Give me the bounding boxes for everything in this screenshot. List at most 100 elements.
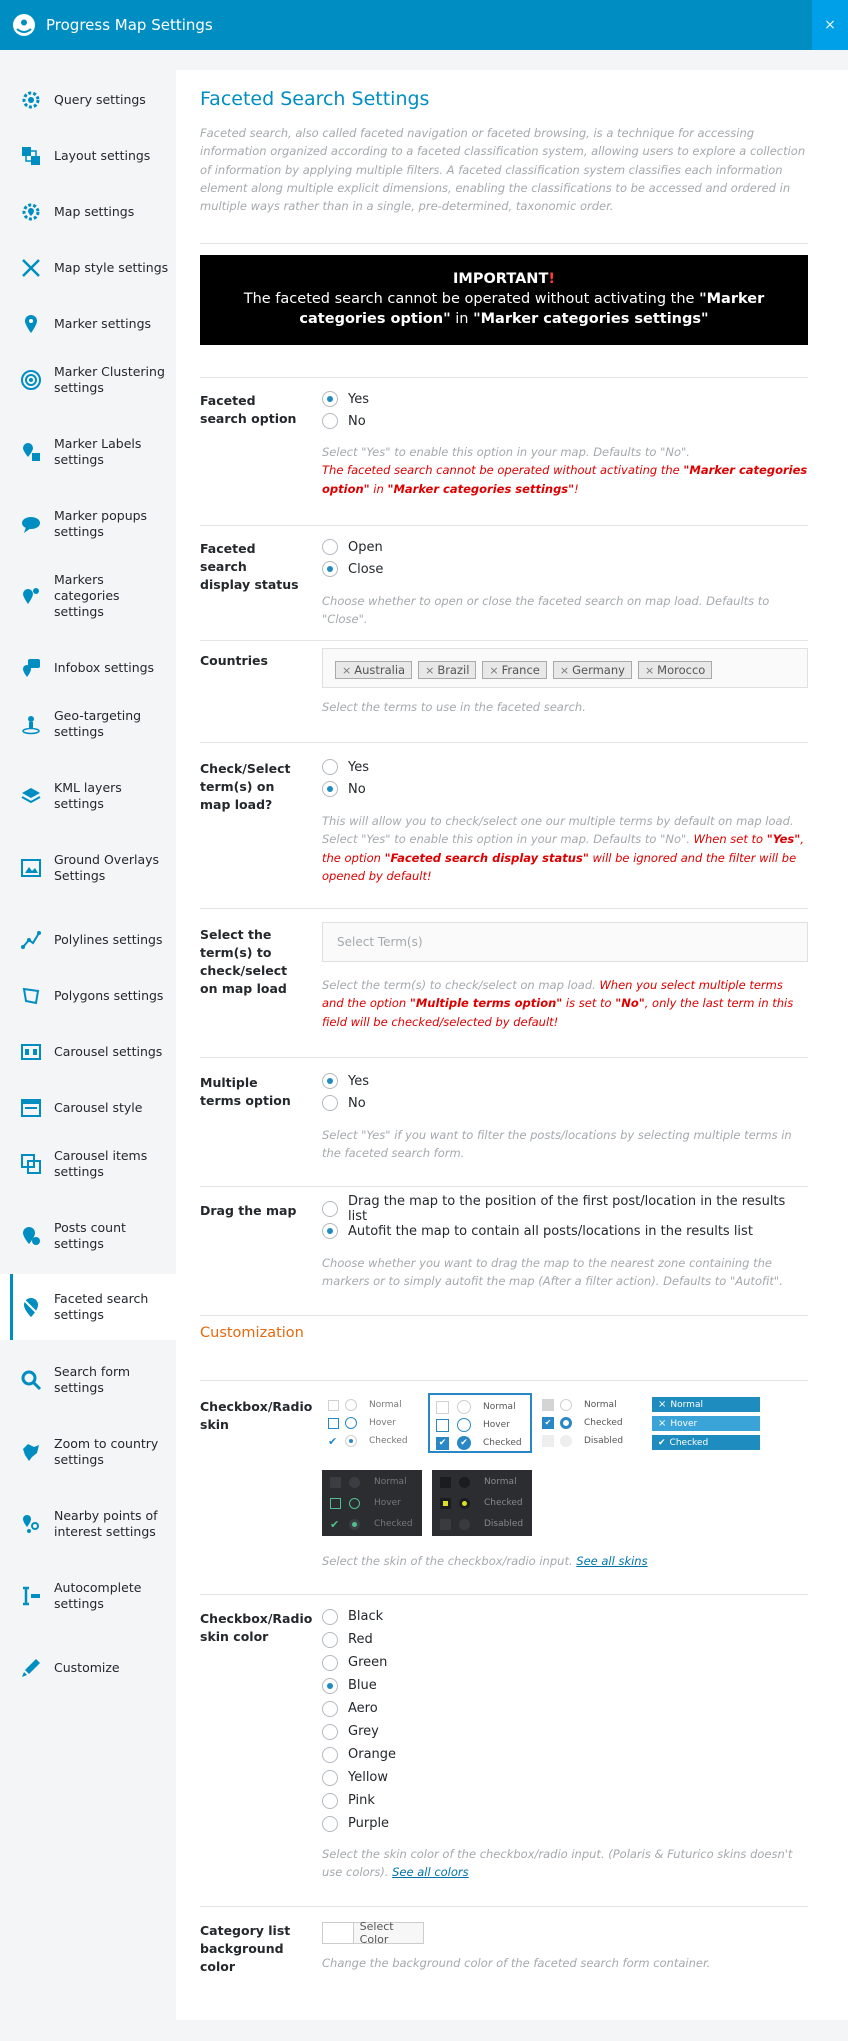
radio-checked[interactable]: [322, 781, 338, 797]
remove-tag-icon[interactable]: ×: [489, 664, 498, 677]
sidebar-item-carousel-items[interactable]: Carousel items settings: [0, 1144, 176, 1184]
sidebar-item-marker[interactable]: Marker settings: [0, 304, 176, 344]
close-button[interactable]: ×: [812, 0, 848, 50]
skin-option-square-selected[interactable]: Normal Hover ✔ ✔ Checked: [428, 1393, 532, 1453]
radio-unchecked[interactable]: [322, 1631, 338, 1648]
sidebar-item-faceted-search[interactable]: Faceted search settings: [0, 1274, 176, 1340]
radio-unchecked[interactable]: [322, 1769, 338, 1786]
important-heading: IMPORTANT!: [453, 271, 555, 287]
multiple-terms-yes[interactable]: Yes: [322, 1070, 808, 1092]
radio-checked[interactable]: [322, 391, 338, 407]
divider: [200, 1594, 808, 1595]
sidebar-item-infobox[interactable]: Infobox settings: [0, 648, 176, 688]
see-all-colors-link[interactable]: See all colors: [392, 1865, 469, 1879]
sidebar-item-marker-popups[interactable]: Marker popups settings: [0, 504, 176, 544]
faceted-option-yes[interactable]: Yes: [322, 388, 808, 410]
sidebar-item-kml-layers[interactable]: KML layers settings: [0, 776, 176, 816]
check-on-load-no[interactable]: No: [322, 778, 808, 800]
countries-label: Countries: [200, 653, 268, 668]
check-on-load-yes[interactable]: Yes: [322, 756, 808, 778]
skin-label: Checkbox/Radio skin: [200, 1399, 313, 1432]
multiple-terms-help: Select "Yes" if you want to filter the p…: [322, 1128, 792, 1161]
skin-color-purple[interactable]: Purple: [322, 1812, 808, 1835]
sidebar-item-map-style[interactable]: Map style settings: [0, 248, 176, 288]
sidebar-item-zoom-to-country[interactable]: Zoom to country settings: [0, 1432, 176, 1472]
sidebar-item-posts-count[interactable]: Posts count settings: [0, 1216, 176, 1256]
check-on-load-label: Check/Select term(s) on map load?: [200, 761, 291, 812]
sidebar-item-autocomplete[interactable]: Autocomplete settings: [0, 1576, 176, 1616]
drag-map-option-drag[interactable]: Drag the map to the position of the firs…: [322, 1194, 808, 1224]
see-all-skins-link[interactable]: See all skins: [576, 1554, 647, 1568]
skin-option-flat[interactable]: Normal ✔ Checked Disabled: [538, 1393, 638, 1451]
display-status-open[interactable]: Open: [322, 536, 808, 558]
radio-unchecked[interactable]: [322, 1723, 338, 1740]
sidebar-item-polygons[interactable]: Polygons settings: [0, 976, 176, 1016]
skin-option-line[interactable]: × Normal × Hover ✔ Checked: [652, 1397, 760, 1453]
skin-color-aero[interactable]: Aero: [322, 1697, 808, 1720]
sidebar-item-query[interactable]: Query settings: [0, 80, 176, 120]
sidebar-item-ground-overlays[interactable]: Ground Overlays Settings: [0, 848, 176, 888]
radio-unchecked[interactable]: [322, 1792, 338, 1809]
multiple-terms-group: Yes No Select "Yes" if you want to filte…: [322, 1070, 808, 1163]
skin-option-minimal[interactable]: Normal Hover ✔ Checked: [322, 1393, 422, 1451]
sidebar-item-marker-clustering[interactable]: Marker Clustering settings: [0, 360, 176, 400]
skin-color-black[interactable]: Black: [322, 1605, 808, 1628]
display-status-close[interactable]: Close: [322, 558, 808, 580]
remove-tag-icon[interactable]: ×: [342, 664, 351, 677]
radio-unchecked[interactable]: [322, 1815, 338, 1832]
sidebar-item-carousel-style[interactable]: Carousel style: [0, 1088, 176, 1128]
multiple-terms-no[interactable]: No: [322, 1092, 808, 1114]
radio-checked[interactable]: [322, 561, 338, 577]
sidebar-item-geo-targeting[interactable]: Geo-targeting settings: [0, 704, 176, 744]
sidebar-item-customize[interactable]: Customize: [0, 1648, 176, 1688]
page-title: Faceted Search Settings: [200, 88, 430, 110]
skin-color-orange[interactable]: Orange: [322, 1743, 808, 1766]
select-color-button[interactable]: Select Color: [322, 1920, 424, 1946]
remove-tag-icon[interactable]: ×: [425, 664, 434, 677]
select-terms-input[interactable]: Select Term(s): [322, 922, 808, 962]
skin-color-yellow[interactable]: Yellow: [322, 1766, 808, 1789]
radio-unchecked[interactable]: [322, 1654, 338, 1671]
sidebar-item-nearby-poi[interactable]: Nearby points of interest settings: [0, 1504, 176, 1544]
radio-unchecked[interactable]: [322, 539, 338, 555]
select-terms-help: Select the term(s) to check/select on ma…: [322, 978, 794, 1029]
sidebar-item-markers-categories[interactable]: Markers categories settings: [0, 572, 176, 619]
radio-checked[interactable]: [322, 1223, 338, 1239]
radio-unchecked[interactable]: [322, 1608, 338, 1625]
drag-map-option-autofit[interactable]: Autofit the map to contain all posts/loc…: [322, 1220, 808, 1242]
sidebar-item-carousel[interactable]: Carousel settings: [0, 1032, 176, 1072]
skin-option-futurico[interactable]: Normal Hover ✔ Checked: [322, 1470, 422, 1536]
radio-checked[interactable]: [322, 1677, 338, 1694]
divider: [200, 1057, 808, 1058]
skin-color-green[interactable]: Green: [322, 1651, 808, 1674]
skin-color-red[interactable]: Red: [322, 1628, 808, 1651]
brush-icon: [22, 259, 40, 277]
radio-checked[interactable]: [322, 1073, 338, 1089]
display-status-help: Choose whether to open or close the face…: [322, 594, 770, 627]
marker-label-icon: [23, 443, 40, 461]
faceted-option-no[interactable]: No: [322, 410, 808, 432]
radio-unchecked[interactable]: [322, 1201, 338, 1217]
sidebar-item-search-form[interactable]: Search form settings: [0, 1360, 176, 1400]
sidebar-item-layout[interactable]: Layout settings: [0, 136, 176, 176]
skin-help: Select the skin of the checkbox/radio in…: [322, 1554, 648, 1568]
remove-tag-icon[interactable]: ×: [560, 664, 569, 677]
close-icon: ×: [824, 17, 836, 33]
sidebar-item-polylines[interactable]: Polylines settings: [0, 920, 176, 960]
skin-option-polaris[interactable]: Normal Checked Disabled: [432, 1470, 532, 1536]
radio-unchecked[interactable]: [322, 759, 338, 775]
remove-tag-icon[interactable]: ×: [645, 664, 654, 677]
select-terms-label: Select the term(s) to check/select on ma…: [200, 927, 288, 996]
radio-unchecked[interactable]: [322, 1095, 338, 1111]
skin-color-blue[interactable]: Blue: [322, 1674, 808, 1697]
sidebar-item-marker-labels[interactable]: Marker Labels settings: [0, 432, 176, 472]
skin-color-grey[interactable]: Grey: [322, 1720, 808, 1743]
app-title: Progress Map Settings: [46, 16, 213, 34]
sidebar-item-map[interactable]: Map settings: [0, 192, 176, 232]
radio-unchecked[interactable]: [322, 413, 338, 429]
display-status-label: Faceted search display status: [200, 541, 299, 592]
skin-color-pink[interactable]: Pink: [322, 1789, 808, 1812]
countries-select[interactable]: × Australia × Brazil × France × Germany × Mor…: [322, 648, 808, 688]
radio-unchecked[interactable]: [322, 1700, 338, 1717]
radio-unchecked[interactable]: [322, 1746, 338, 1763]
